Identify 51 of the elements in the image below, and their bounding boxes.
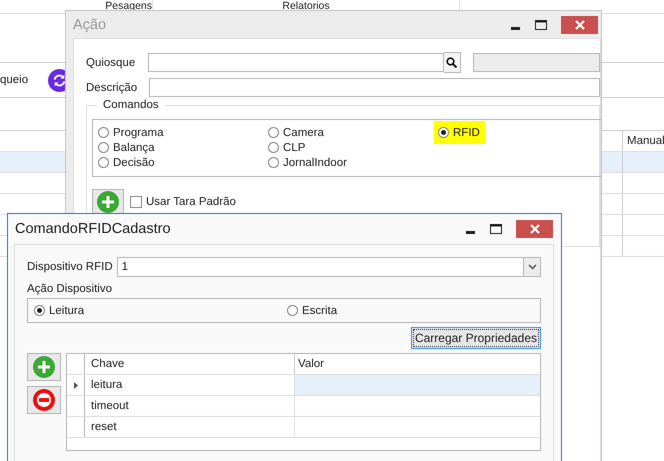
chevron-down-icon[interactable] [528, 264, 536, 270]
radio-button[interactable] [268, 142, 279, 153]
close-icon [574, 20, 584, 30]
window-title: ComandoRFIDCadastro [15, 221, 171, 237]
radio-label[interactable]: Programa [113, 126, 164, 138]
radio-button[interactable] [98, 157, 109, 168]
search-icon [446, 57, 458, 68]
field-label: Quiosque [86, 56, 136, 68]
column-header[interactable]: Chave [85, 354, 295, 374]
radio-button[interactable] [98, 127, 109, 138]
radio-button[interactable] [287, 305, 298, 316]
field-label: Descrição [86, 82, 138, 94]
radio-button[interactable] [98, 142, 109, 153]
checkbox-label[interactable]: Usar Tara Padrão [146, 196, 236, 208]
field-label: queio [0, 74, 28, 86]
radio-button[interactable] [34, 305, 45, 316]
radio-label[interactable]: CLP [283, 142, 306, 154]
radio-label[interactable]: JornalIndoor [283, 156, 347, 168]
checkbox[interactable] [130, 196, 142, 208]
table-cell[interactable]: timeout [85, 396, 295, 416]
column-header[interactable]: Pesagens [105, 0, 152, 12]
column-header[interactable]: Manual [622, 131, 664, 151]
field-label: Dispositivo RFID [27, 261, 113, 273]
maximize-icon[interactable] [535, 20, 547, 30]
close-button[interactable] [561, 16, 598, 34]
column-header[interactable]: Relatorios [282, 0, 330, 12]
table-cell[interactable]: reset [85, 417, 295, 437]
radio-button[interactable] [268, 127, 279, 138]
radio-label[interactable]: Camera [283, 126, 324, 138]
section-label: Ação Dispositivo [27, 283, 114, 295]
maximize-icon[interactable] [490, 224, 502, 234]
radio-label[interactable]: Leitura [49, 304, 84, 316]
add-button[interactable] [92, 189, 124, 215]
search-button[interactable] [444, 52, 461, 73]
group-title: Comandos [97, 99, 165, 111]
radio-label[interactable]: Decisão [113, 156, 155, 168]
close-button[interactable] [516, 220, 553, 238]
column-header[interactable]: Valor [295, 354, 540, 374]
window-title: Ação [73, 16, 106, 32]
radio-label[interactable]: Escrita [302, 304, 338, 316]
input-field[interactable] [148, 78, 600, 97]
dropdown-field[interactable]: 1 [116, 257, 541, 277]
close-icon [530, 224, 540, 234]
load-properties-button[interactable]: Carregar Propriedades [410, 327, 541, 349]
radio-label[interactable]: Balança [113, 142, 155, 154]
remove-button[interactable] [27, 386, 61, 414]
input-field[interactable] [148, 53, 444, 72]
selected-cell[interactable] [295, 375, 540, 395]
radio-button[interactable] [268, 157, 279, 168]
radio-label[interactable]: RFID [453, 126, 480, 138]
add-button[interactable] [27, 353, 61, 381]
